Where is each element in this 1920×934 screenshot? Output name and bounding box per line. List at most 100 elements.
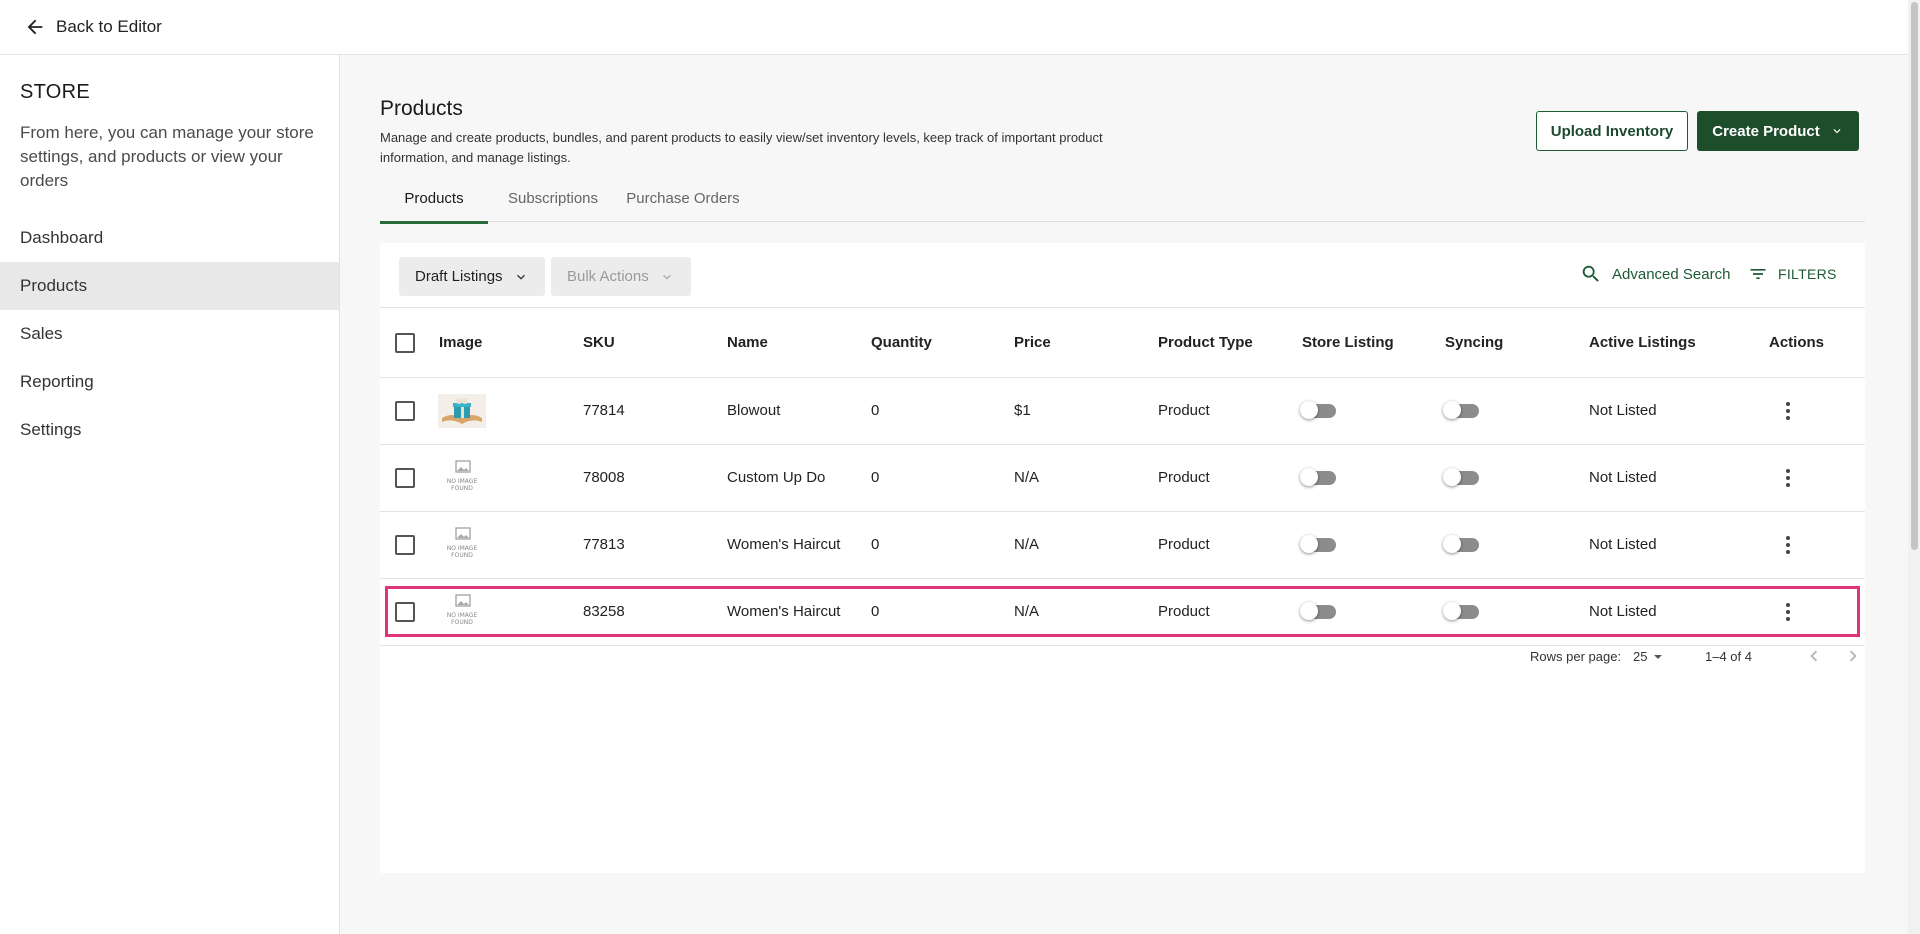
chevron-down-icon	[1833, 129, 1841, 134]
no-image-text-line2: FOUND	[451, 552, 473, 559]
column-header-name[interactable]: Name	[727, 308, 768, 377]
more-vertical-icon[interactable]	[1778, 399, 1798, 423]
back-to-editor-link[interactable]: Back to Editor	[24, 16, 162, 38]
no-image-placeholder-icon: NO IMAGE FOUND	[447, 460, 477, 492]
price-cell: N/A	[1014, 603, 1040, 620]
advanced-search-label: Advanced Search	[1612, 265, 1731, 283]
tab-purchase-orders[interactable]: Purchase Orders	[618, 185, 748, 221]
products-panel: Draft Listings Bulk Actions Advanced Sea…	[380, 243, 1865, 873]
sku-cell: 77814	[583, 402, 625, 419]
quantity-cell: 0	[871, 402, 880, 419]
active-listings-cell: Not Listed	[1589, 469, 1657, 486]
back-label: Back to Editor	[56, 17, 162, 36]
no-image-text-line2: FOUND	[451, 485, 473, 492]
syncing-toggle[interactable]	[1443, 467, 1479, 487]
main-content: Products Manage and create products, bun…	[340, 55, 1908, 934]
more-vertical-icon[interactable]	[1778, 600, 1798, 624]
sku-cell: 83258	[583, 603, 625, 620]
scrollbar-thumb[interactable]	[1911, 2, 1918, 550]
syncing-toggle[interactable]	[1443, 534, 1479, 554]
store-listing-toggle[interactable]	[1300, 534, 1336, 554]
product-type-cell: Product	[1158, 469, 1210, 486]
sku-cell: 77813	[583, 536, 625, 553]
create-product-button[interactable]: Create Product	[1697, 111, 1859, 151]
name-cell: Custom Up Do	[727, 469, 826, 486]
advanced-search-button[interactable]: Advanced Search	[1580, 263, 1730, 285]
column-header-syncing[interactable]: Syncing	[1445, 308, 1503, 377]
row-checkbox[interactable]	[395, 535, 415, 555]
row-checkbox[interactable]	[395, 602, 415, 622]
row-checkbox[interactable]	[395, 468, 415, 488]
sku-cell: 78008	[583, 469, 625, 486]
table-row[interactable]: 77814 Blowout 0 $1 Product Not Listed	[380, 378, 1865, 445]
bulk-actions-dropdown[interactable]: Bulk Actions	[551, 257, 691, 296]
rows-per-page-select[interactable]: 25	[1633, 649, 1663, 664]
table-header: Image SKU Name Quantity Price Product Ty…	[380, 308, 1865, 378]
no-image-text-line1: NO IMAGE	[447, 612, 478, 619]
filter-icon	[1750, 269, 1766, 279]
column-header-actions: Actions	[1769, 334, 1825, 351]
search-icon	[1582, 265, 1599, 282]
chevron-down-icon	[516, 274, 525, 280]
name-cell: Women's Haircut	[727, 536, 841, 553]
more-vertical-icon[interactable]	[1778, 533, 1798, 557]
price-cell: N/A	[1014, 469, 1040, 486]
select-all-checkbox[interactable]	[395, 333, 415, 353]
table-toolbar: Draft Listings Bulk Actions Advanced Sea…	[380, 243, 1865, 308]
row-checkbox[interactable]	[395, 401, 415, 421]
sidebar-item-settings[interactable]: Settings	[0, 406, 339, 454]
store-listing-toggle[interactable]	[1300, 601, 1336, 621]
tab-subscriptions[interactable]: Subscriptions	[498, 185, 608, 221]
no-image-text-line1: NO IMAGE	[447, 545, 478, 552]
sidebar-item-label: Dashboard	[20, 228, 104, 247]
column-header-image[interactable]: Image	[439, 308, 482, 377]
chevron-left-icon[interactable]	[1803, 645, 1825, 667]
column-header-product-type[interactable]: Product Type	[1158, 308, 1253, 377]
pagination: Rows per page: 25 1–4 of 4	[380, 637, 1865, 677]
column-header-sku[interactable]: SKU	[583, 308, 615, 377]
store-listing-toggle[interactable]	[1300, 467, 1336, 487]
syncing-toggle[interactable]	[1443, 400, 1479, 420]
chevron-right-icon[interactable]	[1842, 645, 1864, 667]
tab-products[interactable]: Products	[380, 185, 488, 224]
sidebar-item-dashboard[interactable]: Dashboard	[0, 214, 339, 262]
sidebar-item-sales[interactable]: Sales	[0, 310, 339, 358]
sidebar-description: From here, you can manage your store set…	[20, 123, 314, 190]
column-header-quantity[interactable]: Quantity	[871, 308, 932, 377]
rows-per-page-value: 25	[1633, 649, 1648, 664]
table-row[interactable]: NO IMAGE FOUND 77813 Women's Haircut 0 N…	[380, 512, 1865, 579]
chevron-down-icon	[662, 274, 671, 280]
no-image-placeholder-icon: NO IMAGE FOUND	[447, 527, 478, 559]
sidebar: STORE From here, you can manage your sto…	[0, 55, 340, 934]
product-type-cell: Product	[1158, 536, 1210, 553]
page-scrollbar[interactable]	[1908, 0, 1920, 934]
table-row-highlighted[interactable]: NO IMAGE FOUND 83258 Women's Haircut 0 N…	[380, 579, 1865, 646]
table-row[interactable]: NO IMAGE FOUND 78008 Custom Up Do 0 N/A …	[380, 445, 1865, 512]
sidebar-item-label: Sales	[20, 324, 63, 343]
syncing-toggle[interactable]	[1443, 601, 1479, 621]
price-cell: N/A	[1014, 536, 1040, 553]
filters-button[interactable]: FILTERS	[1748, 264, 1837, 284]
listing-filter-label: Draft Listings	[415, 268, 503, 285]
bulk-actions-label: Bulk Actions	[567, 268, 649, 285]
column-header-store-listing[interactable]: Store Listing	[1302, 308, 1394, 377]
pagination-range: 1–4 of 4	[1705, 649, 1752, 664]
active-listings-cell: Not Listed	[1589, 536, 1657, 553]
sidebar-item-products[interactable]: Products	[0, 262, 339, 310]
page-title: Products	[380, 97, 463, 120]
sidebar-item-label: Reporting	[20, 372, 94, 391]
quantity-cell: 0	[871, 536, 880, 553]
listing-filter-dropdown[interactable]: Draft Listings	[399, 257, 545, 296]
rows-per-page-label: Rows per page:	[1530, 649, 1622, 664]
sidebar-item-label: Products	[20, 276, 88, 295]
name-cell: Blowout	[727, 402, 781, 419]
store-listing-toggle[interactable]	[1300, 400, 1336, 420]
more-vertical-icon[interactable]	[1778, 466, 1798, 490]
filters-label: FILTERS	[1778, 266, 1837, 282]
column-header-active-listings[interactable]: Active Listings	[1589, 308, 1696, 377]
upload-inventory-button[interactable]: Upload Inventory	[1536, 111, 1688, 151]
no-image-placeholder-icon: NO IMAGE FOUND	[447, 594, 478, 626]
column-header-price[interactable]: Price	[1014, 308, 1051, 377]
sidebar-item-reporting[interactable]: Reporting	[0, 358, 339, 406]
price-cell: $1	[1014, 402, 1031, 419]
